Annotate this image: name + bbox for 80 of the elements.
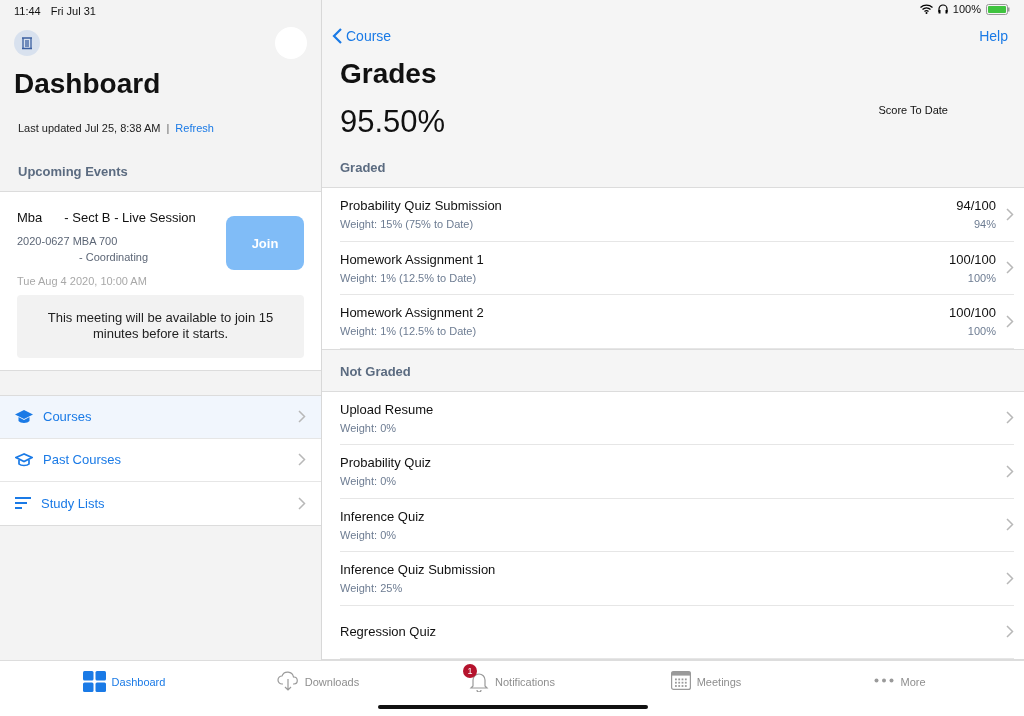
- item-title: Homework Assignment 1: [340, 251, 484, 267]
- section-header: Not Graded: [339, 362, 412, 381]
- item-title: Inference Quiz Submission: [340, 562, 496, 578]
- item-title: Probability Quiz: [340, 455, 432, 471]
- battery-icon: [986, 3, 1010, 15]
- headphones-icon: [937, 4, 948, 15]
- score-value: 95.50%: [340, 104, 446, 140]
- grade-row[interactable]: Regression Quiz: [322, 605, 1024, 659]
- item-weight: Weight: 0%: [340, 475, 397, 488]
- item-score: 100/100: [949, 305, 996, 321]
- separator: |: [166, 122, 170, 134]
- chevron-icon: [1006, 625, 1014, 639]
- tab-item[interactable]: Downloads: [221, 663, 415, 695]
- item-score: 94/100: [956, 198, 996, 214]
- back-chevron-icon: [332, 27, 344, 46]
- chevron-icon: [298, 453, 306, 466]
- item-score: 100/100: [949, 251, 996, 267]
- event-role: - Coordinating: [78, 251, 150, 263]
- section-header: Upcoming Events: [17, 163, 129, 181]
- school-logo[interactable]: [14, 30, 40, 56]
- grade-row[interactable]: Inference Quiz Weight: 0%: [322, 498, 1024, 552]
- graduation-cap-icon: [15, 409, 33, 424]
- item-percent: 100%: [967, 325, 996, 338]
- chevron-icon: [298, 496, 306, 510]
- chevron-icon: [1006, 571, 1014, 585]
- help-link[interactable]: Help: [979, 28, 1008, 45]
- status-date: Fri Jul 31: [50, 5, 96, 17]
- page-title: Grades: [339, 57, 438, 90]
- item-percent: 100%: [967, 271, 996, 284]
- lines-icon: [15, 497, 31, 509]
- item-title: Homework Assignment 2: [340, 305, 484, 321]
- grade-row[interactable]: Homework Assignment 2 Weight: 1% (12.5% to Date) 100/100 100%: [322, 295, 1024, 349]
- chevron-icon: [1006, 411, 1014, 425]
- calendar-icon: [670, 671, 691, 690]
- event-time: Tue Aug 4 2020, 10:00 AM: [17, 275, 148, 287]
- more-icon: [874, 678, 895, 683]
- chevron-icon: [1006, 518, 1014, 532]
- item-title: Regression Quiz: [340, 624, 437, 640]
- cloud-download-icon: [276, 671, 299, 691]
- notification-badge: 1: [463, 664, 478, 678]
- item-weight: Weight: 15% (75% to Date): [340, 218, 474, 231]
- chevron-icon: [1006, 261, 1014, 275]
- item-weight: Weight: 0%: [340, 528, 397, 541]
- item-title: Inference Quiz: [340, 508, 425, 524]
- last-updated: Last updated Jul 25, 8:38 AM: [18, 122, 161, 134]
- sidebar-item[interactable]: Courses: [0, 395, 321, 439]
- grade-row[interactable]: Probability Quiz Submission Weight: 15% (75% to Date) 94/100 94%: [322, 188, 1024, 242]
- event-title: Mba: [17, 210, 43, 225]
- refresh-link[interactable]: Refresh: [175, 122, 214, 134]
- chevron-icon: [1006, 464, 1014, 478]
- page-title: Dashboard: [13, 67, 162, 100]
- event-course: 2020-0627 MBA 700: [17, 235, 119, 247]
- item-title: Upload Resume: [340, 401, 434, 417]
- grade-row[interactable]: Inference Quiz Submission Weight: 25%: [322, 552, 1024, 606]
- grade-row[interactable]: Homework Assignment 1 Weight: 1% (12.5% to Date) 100/100 100%: [322, 241, 1024, 295]
- item-title: Probability Quiz Submission: [340, 198, 502, 214]
- event-title: - Sect B - Live Session: [64, 210, 196, 225]
- chevron-icon: [1006, 207, 1014, 221]
- section-header: Graded: [339, 159, 387, 177]
- back-link[interactable]: Course: [332, 27, 392, 46]
- item-weight: Weight: 0%: [340, 421, 397, 434]
- item-percent: 94%: [973, 218, 996, 231]
- graduation-cap-icon: [15, 452, 33, 467]
- tab-item[interactable]: 1 Notifications: [415, 663, 609, 696]
- item-weight: Weight: 25%: [340, 582, 403, 595]
- tab-item[interactable]: More: [803, 663, 997, 692]
- score-label: Score To Date: [878, 104, 948, 116]
- item-weight: Weight: 1% (12.5% to Date): [340, 271, 477, 284]
- item-weight: Weight: 1% (12.5% to Date): [340, 325, 477, 338]
- grid-icon: [82, 671, 106, 692]
- status-time: 11:44: [14, 5, 41, 17]
- meeting-notice: This meeting will be available to join 15 minutes before it starts.: [17, 295, 304, 358]
- wifi-icon: [919, 4, 933, 15]
- tab-item[interactable]: Meetings: [609, 663, 803, 694]
- battery-percent: 100%: [952, 3, 981, 16]
- grade-row[interactable]: Probability Quiz Weight: 0%: [322, 445, 1024, 499]
- chevron-icon: [1006, 314, 1014, 328]
- chevron-icon: [298, 410, 306, 423]
- grade-row[interactable]: Upload Resume Weight: 0%: [322, 391, 1024, 445]
- tab-item[interactable]: Dashboard: [27, 663, 221, 696]
